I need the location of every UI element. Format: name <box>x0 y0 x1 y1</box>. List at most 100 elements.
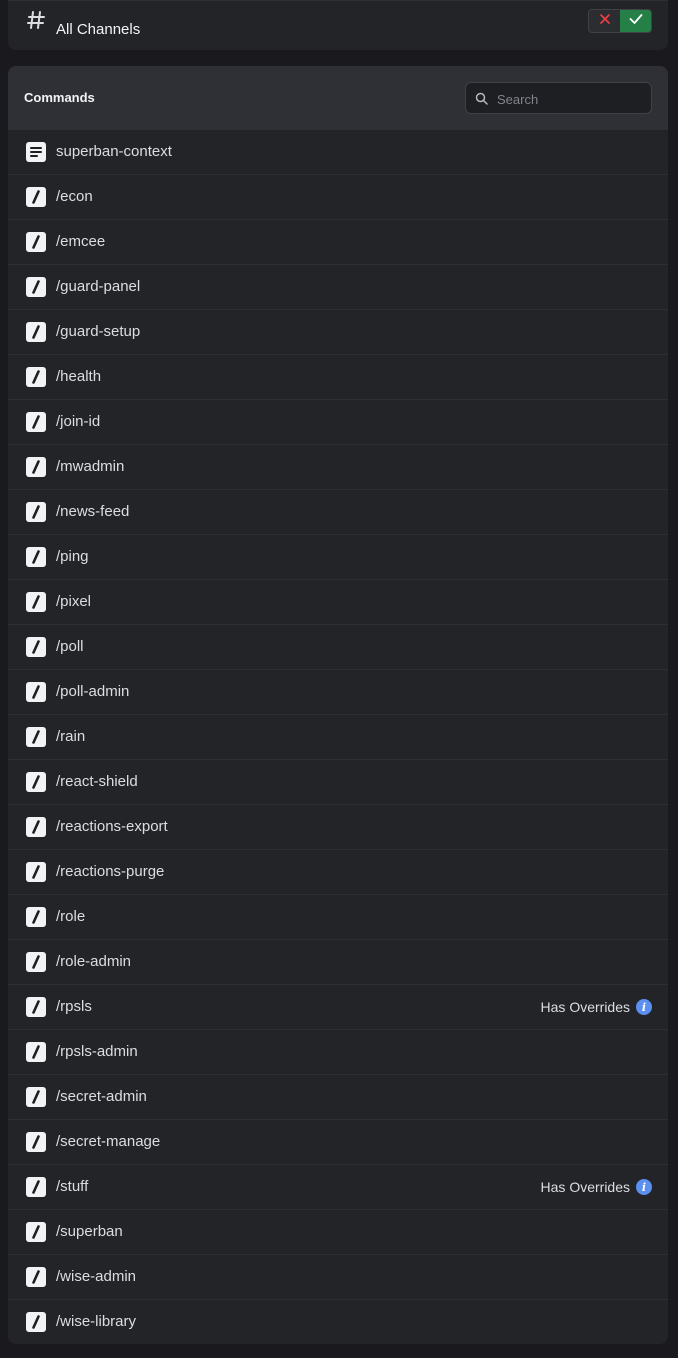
panel-title: Commands <box>24 90 95 105</box>
slash-command-icon <box>26 187 46 207</box>
slash-command-icon <box>26 1312 46 1332</box>
command-name: /join-id <box>56 413 101 430</box>
command-row[interactable]: /role-admin <box>8 940 668 985</box>
command-row[interactable]: /health <box>8 355 668 400</box>
command-name: /guard-panel <box>56 278 141 295</box>
slash-command-icon <box>26 997 46 1017</box>
command-list: superban-context/econ/emcee/guard-panel /… <box>8 130 668 1344</box>
search-icon <box>475 92 488 105</box>
command-row[interactable]: /poll-admin <box>8 670 668 715</box>
command-row[interactable]: /guard-setup <box>8 310 668 355</box>
permission-toggle <box>588 9 652 33</box>
command-row[interactable]: /wise-library <box>8 1300 668 1344</box>
overrides-label: Has Overrides <box>540 999 630 1015</box>
overrides-label: Has Overrides <box>540 1179 630 1195</box>
command-row[interactable]: /guard-panel <box>8 265 668 310</box>
slash-command-icon <box>26 772 46 792</box>
command-name: /poll <box>56 638 84 655</box>
info-icon[interactable]: i <box>636 1179 652 1195</box>
channel-label: All Channels <box>56 21 141 38</box>
info-icon[interactable]: i <box>636 999 652 1015</box>
command-row[interactable]: /superban <box>8 1210 668 1255</box>
slash-command-icon <box>26 1177 46 1197</box>
search-input[interactable] <box>495 88 649 110</box>
command-name: /reactions-purge <box>56 863 165 880</box>
command-row[interactable]: /react-shield <box>8 760 668 805</box>
command-name: /role <box>56 908 86 925</box>
command-name: /emcee <box>56 233 106 250</box>
command-name: /health <box>56 368 102 385</box>
command-name: /mwadmin <box>56 458 125 475</box>
command-row[interactable]: /rpsls Has Overrides i <box>8 985 668 1030</box>
command-name: superban-context <box>56 143 172 160</box>
overrides-indicator: Has Overrides i <box>541 1177 652 1197</box>
command-row[interactable]: /join-id <box>8 400 668 445</box>
command-name: /ping <box>56 548 89 565</box>
slash-command-icon <box>26 952 46 972</box>
channel-permission-row: All Channels <box>8 0 668 50</box>
slash-command-icon <box>26 367 46 387</box>
slash-command-icon <box>26 907 46 927</box>
command-row[interactable]: /econ <box>8 175 668 220</box>
command-name: /secret-manage <box>56 1133 161 1150</box>
command-name: /wise-admin <box>56 1268 137 1285</box>
command-row[interactable]: /mwadmin <box>8 445 668 490</box>
command-name: /guard-setup <box>56 323 141 340</box>
command-name: /role-admin <box>56 953 132 970</box>
slash-command-icon <box>26 1132 46 1152</box>
command-row[interactable]: /secret-manage <box>8 1120 668 1165</box>
command-name: /rpsls <box>56 998 92 1015</box>
command-row[interactable]: /wise-admin <box>8 1255 668 1300</box>
check-icon <box>629 12 643 30</box>
slash-command-icon <box>26 457 46 477</box>
slash-command-icon <box>26 232 46 252</box>
command-name: /rain <box>56 728 86 745</box>
command-name: /wise-library <box>56 1313 137 1330</box>
command-row[interactable]: /role <box>8 895 668 940</box>
slash-command-icon <box>26 547 46 567</box>
command-row[interactable]: /stuff Has Overrides i <box>8 1165 668 1210</box>
slash-command-icon <box>26 322 46 342</box>
x-icon <box>599 12 611 30</box>
command-name: /reactions-export <box>56 818 168 835</box>
slash-command-icon <box>26 1222 46 1242</box>
command-row[interactable]: /secret-admin <box>8 1075 668 1120</box>
command-row[interactable]: /reactions-purge <box>8 850 668 895</box>
overrides-indicator: Has Overrides i <box>541 997 652 1017</box>
allow-button[interactable] <box>620 10 651 32</box>
command-name: /poll-admin <box>56 683 130 700</box>
command-name: /superban <box>56 1223 123 1240</box>
slash-command-icon <box>26 502 46 522</box>
command-row[interactable]: superban-context <box>8 130 668 175</box>
command-name: /econ <box>56 188 93 205</box>
command-name: /secret-admin <box>56 1088 147 1105</box>
search-box[interactable] <box>465 82 652 114</box>
command-row[interactable]: /emcee <box>8 220 668 265</box>
context-menu-icon <box>26 142 46 162</box>
command-row[interactable]: /rain <box>8 715 668 760</box>
deny-button[interactable] <box>589 10 620 32</box>
command-row[interactable]: /news-feed <box>8 490 668 535</box>
command-row[interactable]: /rpsls-admin <box>8 1030 668 1075</box>
slash-command-icon <box>26 592 46 612</box>
commands-panel: Commands superban-context/econ/emcee/gua… <box>8 66 668 1344</box>
slash-command-icon <box>26 1087 46 1107</box>
command-name: /react-shield <box>56 773 138 790</box>
command-row[interactable]: /ping <box>8 535 668 580</box>
commands-header: Commands <box>8 66 668 130</box>
slash-command-icon <box>26 412 46 432</box>
command-row[interactable]: /reactions-export <box>8 805 668 850</box>
slash-command-icon <box>26 817 46 837</box>
slash-command-icon <box>26 1267 46 1287</box>
hash-icon <box>26 10 46 30</box>
command-row[interactable]: /poll <box>8 625 668 670</box>
slash-command-icon <box>26 727 46 747</box>
command-row[interactable]: /pixel <box>8 580 668 625</box>
command-name: /news-feed <box>56 503 130 520</box>
command-name: /pixel <box>56 593 92 610</box>
slash-command-icon <box>26 277 46 297</box>
slash-command-icon <box>26 682 46 702</box>
command-name: /stuff <box>56 1178 89 1195</box>
slash-command-icon <box>26 637 46 657</box>
slash-command-icon <box>26 1042 46 1062</box>
